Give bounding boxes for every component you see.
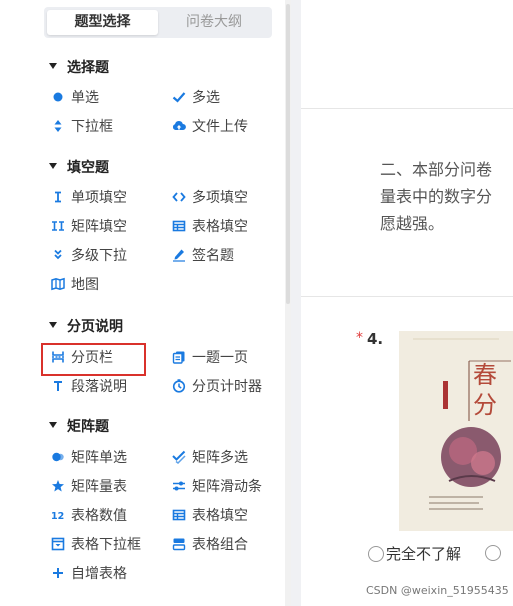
group-title-fill-blank[interactable]: 填空题 xyxy=(49,158,109,178)
poster-char-2: 分 xyxy=(473,391,497,419)
collapse-triangle-icon xyxy=(49,163,57,169)
double-chevron-down-icon xyxy=(51,248,65,262)
code-brackets-icon xyxy=(172,190,186,204)
pages-icon xyxy=(172,350,186,364)
combo-icon xyxy=(172,537,186,551)
item-cascade-dropdown[interactable]: 多级下拉 xyxy=(51,245,127,267)
group-title-choice[interactable]: 选择题 xyxy=(49,58,109,78)
item-matrix-slider[interactable]: 矩阵滑动条 xyxy=(172,476,262,498)
section-divider xyxy=(301,296,513,297)
panel-gap xyxy=(291,0,301,606)
updown-icon xyxy=(51,119,65,133)
item-page-timer[interactable]: 分页计时器 xyxy=(172,376,262,398)
cloud-upload-icon xyxy=(172,119,186,133)
table-icon xyxy=(172,508,186,522)
dropdown-box-icon xyxy=(51,537,65,551)
item-single-choice[interactable]: 单选 xyxy=(51,87,99,109)
radio-button[interactable] xyxy=(485,545,501,561)
question-image[interactable]: 春 分 xyxy=(399,331,513,531)
sliders-icon xyxy=(172,479,186,493)
sidebar-scroll-thumb[interactable] xyxy=(286,4,290,304)
item-matrix-multi[interactable]: 矩阵多选 xyxy=(172,447,248,469)
item-table-fill[interactable]: 表格填空 xyxy=(172,505,248,527)
matrix-check-icon xyxy=(172,450,186,464)
tab-outline[interactable]: 问卷大纲 xyxy=(160,10,268,35)
item-matrix-scale[interactable]: 矩阵量表 xyxy=(51,476,127,498)
page-break-highlight-box xyxy=(41,343,146,376)
item-dropdown[interactable]: 下拉框 xyxy=(51,116,113,138)
item-paragraph[interactable]: 段落说明 xyxy=(51,376,127,398)
item-multi-choice[interactable]: 多选 xyxy=(172,87,220,109)
question-number: 4. xyxy=(367,330,384,348)
matrix-radio-icon xyxy=(51,450,65,464)
collapse-triangle-icon xyxy=(49,322,57,328)
timer-icon xyxy=(172,379,186,393)
item-table-dropdown[interactable]: 表格下拉框 xyxy=(51,534,141,556)
collapse-triangle-icon xyxy=(49,422,57,428)
star-icon xyxy=(51,479,65,493)
number-12-icon: 12 xyxy=(51,508,65,522)
item-table-combo[interactable]: 表格组合 xyxy=(172,534,248,556)
item-auto-table[interactable]: 自增表格 xyxy=(51,563,127,585)
item-one-per-page[interactable]: 一题一页 xyxy=(172,347,248,369)
pen-icon xyxy=(172,248,186,262)
text-cursor-icon xyxy=(51,190,65,204)
item-map[interactable]: 地图 xyxy=(51,274,99,296)
item-table-number[interactable]: 12 表格数值 xyxy=(51,505,127,527)
svg-text:12: 12 xyxy=(51,511,64,522)
item-matrix-blank[interactable]: 矩阵填空 xyxy=(51,216,127,238)
poster-char-1: 春 xyxy=(473,361,497,389)
item-single-blank[interactable]: 单项填空 xyxy=(51,187,127,209)
question-type-sidebar: 题型选择 问卷大纲 选择题 单选 多选 下拉框 文件上传 填空题 单项填空 多项… xyxy=(33,0,285,606)
answer-option[interactable]: 完全不了解 xyxy=(368,543,461,564)
sidebar-tabs: 题型选择 问卷大纲 xyxy=(44,7,272,38)
section-divider xyxy=(301,108,513,109)
item-multi-blank[interactable]: 多项填空 xyxy=(172,187,248,209)
survey-canvas: 二、本部分问卷 量表中的数字分 愿越强。 * 4. 春 分 完全不了解 xyxy=(301,0,513,606)
table-icon xyxy=(172,219,186,233)
item-table-blank[interactable]: 表格填空 xyxy=(172,216,248,238)
group-title-pagination[interactable]: 分页说明 xyxy=(49,317,123,337)
group-title-matrix[interactable]: 矩阵题 xyxy=(49,417,109,437)
item-signature[interactable]: 签名题 xyxy=(172,245,234,267)
left-gutter xyxy=(0,0,33,606)
tab-question-types[interactable]: 题型选择 xyxy=(47,10,158,35)
double-cursor-icon xyxy=(51,219,65,233)
item-matrix-single[interactable]: 矩阵单选 xyxy=(51,447,127,469)
dot-icon xyxy=(51,90,65,104)
required-star: * xyxy=(356,330,363,346)
map-icon xyxy=(51,277,65,291)
item-file-upload[interactable]: 文件上传 xyxy=(172,116,248,138)
watermark: CSDN @weixin_51955435 xyxy=(366,584,509,597)
collapse-triangle-icon xyxy=(49,63,57,69)
section-description[interactable]: 二、本部分问卷 量表中的数字分 愿越强。 xyxy=(380,156,492,237)
plus-icon xyxy=(51,566,65,580)
check-icon xyxy=(172,90,186,104)
paragraph-t-icon xyxy=(51,379,65,393)
radio-button[interactable] xyxy=(368,545,384,562)
